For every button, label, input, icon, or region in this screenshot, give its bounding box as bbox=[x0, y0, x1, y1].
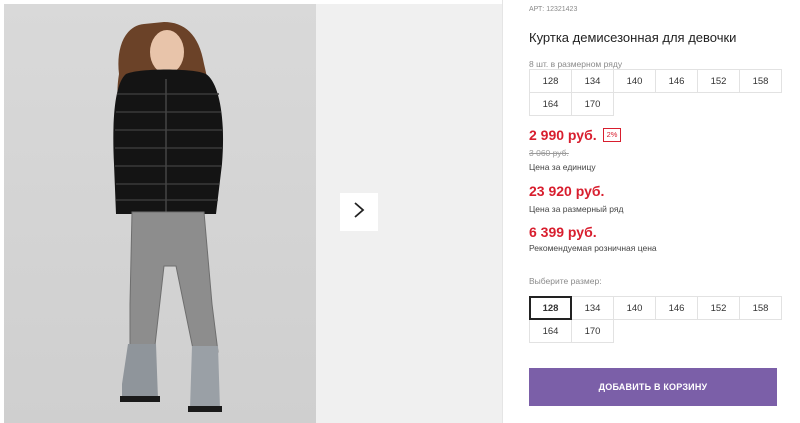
size-option-146[interactable]: 146 bbox=[655, 296, 698, 320]
row-price-label: Цена за размерный ряд bbox=[529, 204, 624, 214]
size-option-164[interactable]: 164 bbox=[529, 319, 572, 343]
unit-price: 2 990 руб. bbox=[529, 127, 597, 143]
product-title: Куртка демисезонная для девочки bbox=[529, 30, 737, 45]
size-selector: 128 134 140 146 152 158 164 170 bbox=[529, 296, 782, 343]
product-gallery bbox=[0, 0, 502, 423]
pack-size-cell: 134 bbox=[571, 69, 614, 93]
pack-size-cell: 146 bbox=[655, 69, 698, 93]
size-option-134[interactable]: 134 bbox=[571, 296, 614, 320]
product-photo[interactable] bbox=[4, 4, 316, 423]
size-option-170[interactable]: 170 bbox=[571, 319, 614, 343]
pack-size-cell: 140 bbox=[613, 69, 656, 93]
chevron-right-icon bbox=[352, 201, 366, 224]
divider bbox=[502, 0, 503, 423]
rrp-price: 6 399 руб. bbox=[529, 224, 597, 240]
pack-size-label: 8 шт. в размерном ряду bbox=[529, 59, 623, 69]
size-option-128[interactable]: 128 bbox=[529, 296, 572, 320]
row-price: 23 920 руб. bbox=[529, 183, 605, 199]
old-price: 3 060 руб. bbox=[529, 148, 569, 158]
size-option-152[interactable]: 152 bbox=[697, 296, 740, 320]
pack-size-cell: 152 bbox=[697, 69, 740, 93]
article-number: АРТ: 12321423 bbox=[529, 6, 578, 13]
size-option-158[interactable]: 158 bbox=[739, 296, 782, 320]
size-option-140[interactable]: 140 bbox=[613, 296, 656, 320]
add-to-cart-button[interactable]: ДОБАВИТЬ В КОРЗИНУ bbox=[529, 368, 777, 406]
choose-size-label: Выберите размер: bbox=[529, 276, 602, 286]
price-block: 2 990 руб. 2% bbox=[529, 127, 622, 143]
discount-badge: 2% bbox=[602, 128, 622, 142]
girl-in-jacket-image bbox=[113, 22, 224, 412]
pack-size-cell: 164 bbox=[529, 92, 572, 116]
next-image-button[interactable] bbox=[340, 193, 378, 231]
pack-size-cell: 128 bbox=[529, 69, 572, 93]
pack-size-cell: 158 bbox=[739, 69, 782, 93]
unit-price-label: Цена за единицу bbox=[529, 162, 596, 172]
pack-sizes-grid: 128 134 140 146 152 158 164 170 bbox=[529, 69, 782, 116]
rrp-label: Рекомендуемая розничная цена bbox=[529, 243, 657, 253]
pack-size-cell: 170 bbox=[571, 92, 614, 116]
